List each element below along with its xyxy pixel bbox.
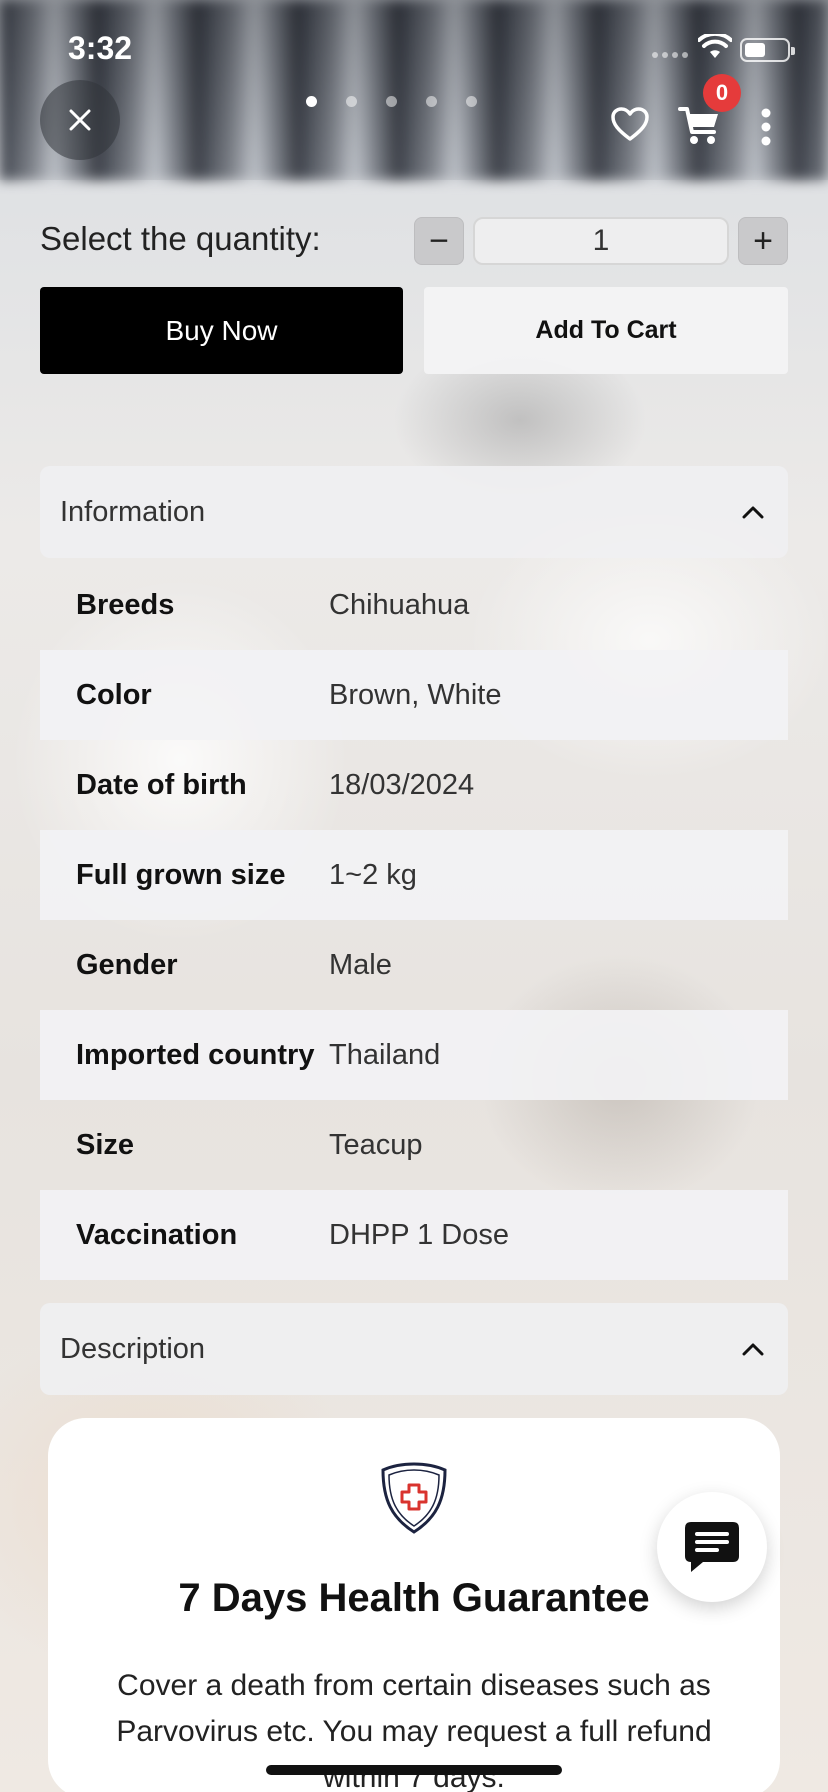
quantity-input[interactable] xyxy=(473,217,729,265)
carousel-dot[interactable] xyxy=(346,96,357,107)
quantity-decrease-button[interactable]: − xyxy=(414,217,464,265)
carousel-dot[interactable] xyxy=(386,96,397,107)
chat-button[interactable] xyxy=(657,1492,767,1602)
close-icon xyxy=(69,109,91,131)
carousel-dots[interactable] xyxy=(306,96,477,107)
status-time: 3:32 xyxy=(68,30,133,66)
info-value: Thailand xyxy=(329,1038,441,1071)
info-value: Brown, White xyxy=(329,678,502,711)
chat-icon xyxy=(685,1522,739,1572)
info-row-vaccination: Vaccination DHPP 1 Dose xyxy=(40,1190,788,1280)
shield-medical-icon xyxy=(381,1462,447,1534)
quantity-increase-button[interactable]: + xyxy=(738,217,788,265)
carousel-dot[interactable] xyxy=(426,96,437,107)
info-key: Breeds xyxy=(76,588,175,621)
close-button[interactable] xyxy=(40,80,120,160)
info-value: 1~2 kg xyxy=(329,858,417,891)
description-section-header[interactable]: Description xyxy=(40,1303,788,1395)
info-row-imported-country: Imported country Thailand xyxy=(40,1010,788,1100)
info-value: DHPP 1 Dose xyxy=(329,1218,509,1251)
information-section-header[interactable]: Information xyxy=(40,466,788,558)
info-row-full-grown-size: Full grown size 1~2 kg xyxy=(40,830,788,920)
cart-count-badge: 0 xyxy=(703,74,741,112)
info-row-color: Color Brown, White xyxy=(40,650,788,740)
chevron-up-icon xyxy=(742,1343,764,1356)
info-row-gender: Gender Male xyxy=(40,920,788,1010)
info-key: Color xyxy=(76,678,152,711)
info-value: Teacup xyxy=(329,1128,423,1161)
battery-icon xyxy=(740,38,795,62)
info-row-size: Size Teacup xyxy=(40,1100,788,1190)
info-key: Vaccination xyxy=(76,1218,238,1251)
info-row-date-of-birth: Date of birth 18/03/2024 xyxy=(40,740,788,830)
heart-icon[interactable] xyxy=(610,106,650,142)
cart-icon[interactable] xyxy=(678,106,722,146)
information-title: Information xyxy=(60,495,206,528)
info-row-breeds: Breeds Chihuahua xyxy=(40,560,788,650)
more-options-icon[interactable] xyxy=(760,108,772,146)
quantity-label: Select the quantity: xyxy=(40,220,321,257)
info-key: Gender xyxy=(76,948,178,981)
description-title: Description xyxy=(60,1332,206,1365)
carousel-dot[interactable] xyxy=(466,96,477,107)
info-key: Imported country xyxy=(76,1038,315,1071)
info-key: Full grown size xyxy=(76,858,286,891)
information-table: Breeds Chihuahua Color Brown, White Date… xyxy=(40,560,788,1280)
info-value: 18/03/2024 xyxy=(329,768,475,801)
chevron-up-icon xyxy=(742,506,764,519)
wifi-icon xyxy=(698,34,732,58)
cellular-signal-icon xyxy=(652,52,688,58)
home-indicator xyxy=(266,1765,562,1775)
info-key: Size xyxy=(76,1128,135,1161)
info-value: Male xyxy=(329,948,392,981)
carousel-dot[interactable] xyxy=(306,96,317,107)
buy-now-button[interactable]: Buy Now xyxy=(40,287,403,374)
health-guarantee-card: 7 Days Health Guarantee Cover a death fr… xyxy=(48,1418,780,1792)
info-key: Date of birth xyxy=(76,768,247,801)
info-value: Chihuahua xyxy=(329,588,470,621)
add-to-cart-button[interactable]: Add To Cart xyxy=(424,287,788,374)
